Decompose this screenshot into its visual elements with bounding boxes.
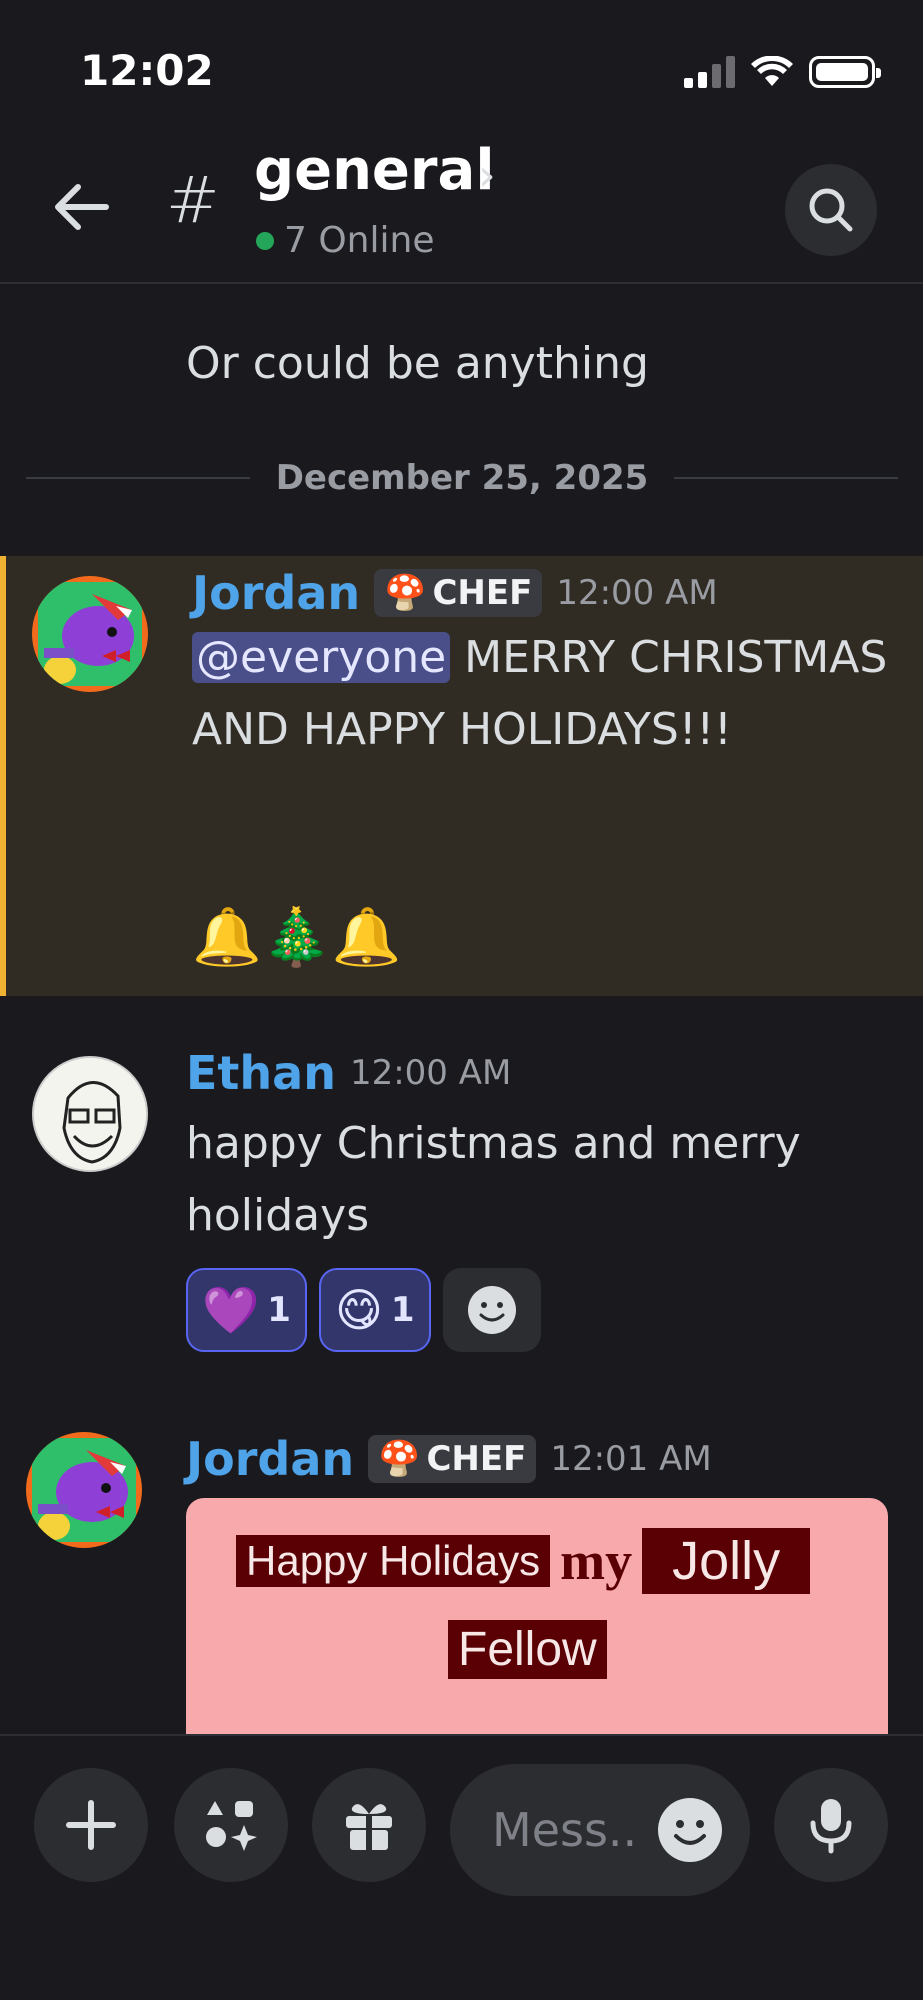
message-timestamp: 12:00 AM: [556, 573, 718, 613]
plus-icon: [66, 1800, 116, 1850]
online-status: 7 Online: [256, 220, 434, 261]
online-count: 7 Online: [284, 220, 435, 261]
avatar[interactable]: [32, 576, 148, 692]
status-icons: [684, 56, 881, 88]
date-divider-label: December 25, 2025: [275, 458, 649, 498]
wifi-icon: [751, 56, 793, 86]
smiley-icon: [467, 1286, 516, 1334]
gift-button[interactable]: [312, 1768, 426, 1882]
gift-icon: [346, 1804, 392, 1850]
mushroom-icon: 🍄: [384, 573, 427, 613]
search-button[interactable]: [785, 164, 877, 256]
microphone-icon: [810, 1799, 852, 1854]
search-icon: [809, 188, 853, 232]
channel-name[interactable]: general: [254, 138, 495, 203]
gif-text-my: my: [560, 1531, 633, 1591]
message-body: @everyone MERRY CHRISTMAS AND HAPPY HOLI…: [192, 622, 892, 766]
username[interactable]: Jordan: [186, 1432, 354, 1486]
gif-text-fellow: Fellow: [448, 1620, 607, 1679]
mention-everyone[interactable]: @everyone: [192, 632, 451, 683]
chevron-right-icon[interactable]: ›: [478, 150, 496, 201]
message-emoji-line: 🔔🎄🔔: [192, 905, 402, 970]
gif-text-happy-holidays: Happy Holidays: [236, 1535, 551, 1587]
channel-hash-icon: #: [166, 164, 220, 238]
apps-button[interactable]: [174, 1768, 288, 1882]
reaction-yum-face[interactable]: 😋 1: [318, 1268, 431, 1352]
role-tag[interactable]: 🍄 CHEF: [368, 1435, 537, 1483]
message-item[interactable]: Jordan 🍄 CHEF 12:01 AM Happy Holidays my…: [0, 1432, 923, 1734]
username[interactable]: Ethan: [186, 1046, 336, 1100]
message-meta: Jordan 🍄 CHEF 12:00 AM: [192, 566, 718, 620]
message-text: happy Christmas and merry holidays: [186, 1118, 801, 1241]
role-tag-label: CHEF: [426, 1439, 527, 1479]
role-tag[interactable]: 🍄 CHEF: [374, 569, 543, 617]
avatar[interactable]: [32, 1056, 148, 1172]
reaction-count: 1: [390, 1290, 415, 1330]
reaction-bar: 💜 1 😋 1: [186, 1268, 541, 1352]
add-attachment-button[interactable]: [34, 1768, 148, 1882]
mushroom-icon: 🍄: [378, 1439, 421, 1479]
apps-icon: [206, 1801, 257, 1851]
message-item[interactable]: Jordan 🍄 CHEF 12:00 AM @everyone MERRY C…: [0, 556, 923, 996]
date-divider: December 25, 2025: [26, 458, 898, 498]
battery-icon: [809, 56, 881, 88]
reaction-count: 1: [267, 1290, 291, 1330]
message-item[interactable]: Ethan 12:00 AM happy Christmas and merry…: [0, 1026, 923, 1352]
online-dot-icon: [256, 231, 274, 250]
emoji-face-icon: [674, 1820, 706, 1845]
message-text: Or could be anything: [186, 338, 649, 389]
emoji-picker-button[interactable]: [658, 1798, 722, 1862]
message-meta: Ethan 12:00 AM: [186, 1046, 511, 1100]
message-input[interactable]: Mess..: [450, 1764, 750, 1896]
add-reaction-button[interactable]: [442, 1268, 541, 1352]
voice-message-button[interactable]: [774, 1768, 888, 1882]
message-text-partial: Mitch's: [186, 286, 341, 295]
status-bar: 12:02: [0, 0, 923, 140]
username[interactable]: Jordan: [192, 566, 360, 620]
message-timestamp: 12:01 AM: [550, 1439, 712, 1479]
purple-heart-icon: 💜: [202, 1282, 260, 1337]
reaction-purple-heart[interactable]: 💜 1: [186, 1268, 307, 1352]
message-input-placeholder: Mess..: [492, 1803, 638, 1857]
message-timestamp: 12:00 AM: [349, 1053, 512, 1093]
channel-header: # general › 7 Online: [0, 120, 923, 284]
message-meta: Jordan 🍄 CHEF 12:01 AM: [186, 1432, 712, 1486]
role-tag-label: CHEF: [432, 573, 533, 613]
gif-text-jolly: Jolly: [642, 1528, 811, 1594]
back-arrow-icon[interactable]: [46, 172, 116, 242]
message-composer: Mess..: [0, 1734, 923, 2000]
message-list[interactable]: Mitch's Or could be anything December 25…: [0, 286, 923, 1734]
yum-face-icon: 😋: [334, 1283, 383, 1337]
avatar[interactable]: [26, 1432, 142, 1548]
cellular-signal-icon: [684, 56, 735, 88]
status-time: 12:02: [80, 46, 214, 95]
gif-attachment[interactable]: Happy Holidays my Jolly Fellow: [186, 1498, 888, 1734]
